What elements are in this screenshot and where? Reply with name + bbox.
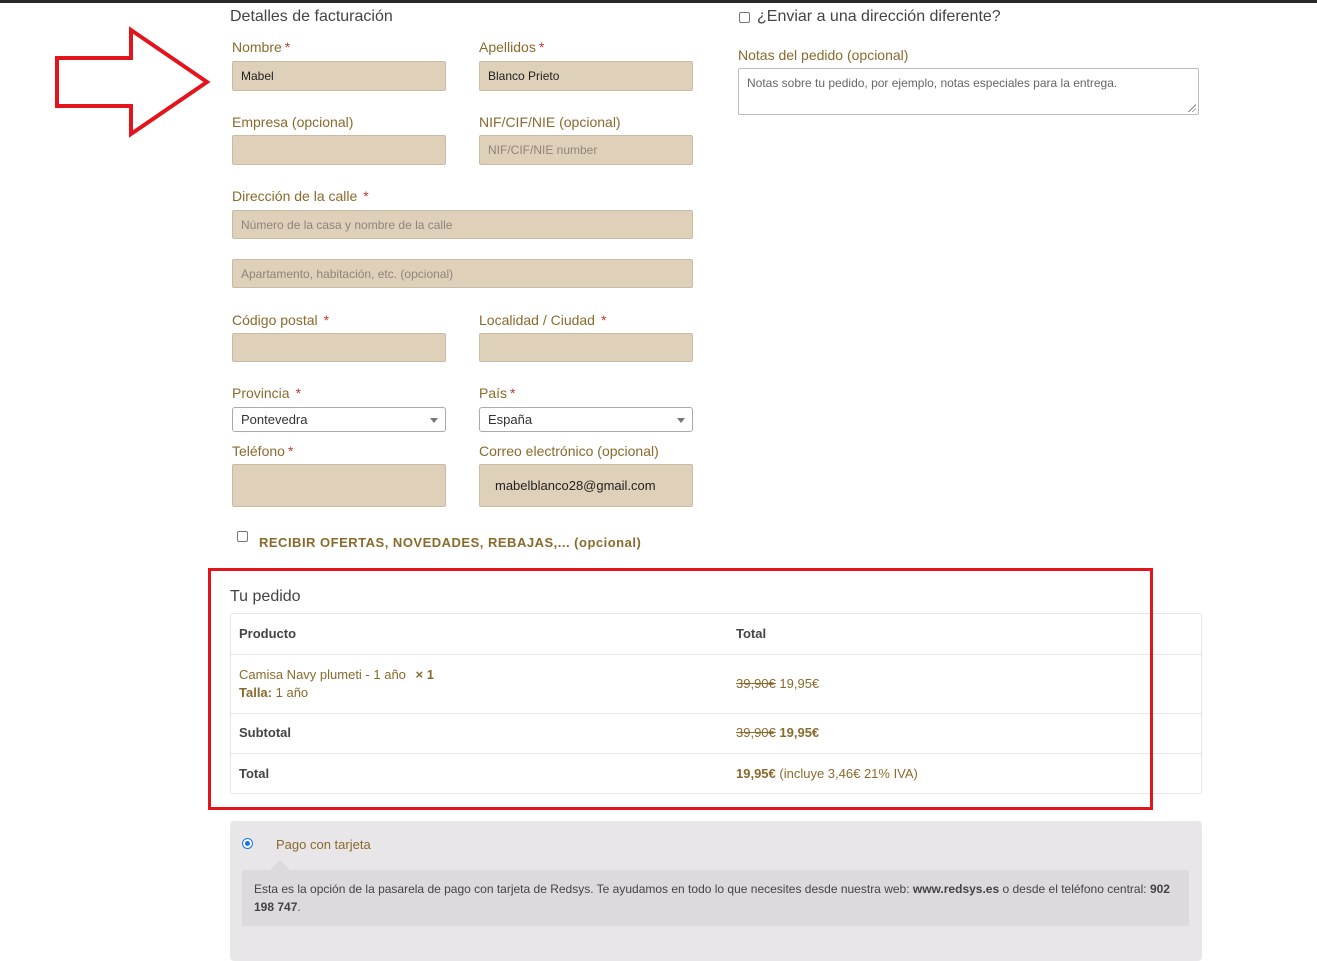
first-name-input[interactable]: Mabel <box>232 61 446 91</box>
phone-label: Teléfono * <box>232 443 294 459</box>
street-input-1[interactable]: Número de la casa y nombre de la calle <box>232 210 693 239</box>
order-notes-label: Notas del pedido (opcional) <box>738 47 909 63</box>
first-name-label: Nombre * <box>232 39 291 55</box>
payment-desc-text: Esta es la opción de la pasarela de pago… <box>254 882 913 896</box>
company-input[interactable] <box>232 135 446 165</box>
phone-input[interactable] <box>232 464 446 507</box>
payment-desc-end: . <box>297 900 301 914</box>
payment-desc-notch <box>270 860 290 870</box>
red-arrow-annotation <box>55 26 211 138</box>
province-select[interactable]: Pontevedra <box>232 407 446 432</box>
nif-label: NIF/CIF/NIE (opcional) <box>479 114 621 130</box>
order-notes-textarea[interactable]: Notas sobre tu pedido, por ejemplo, nota… <box>738 68 1199 115</box>
company-label: Empresa (opcional) <box>232 114 354 130</box>
street-input-2[interactable]: Apartamento, habitación, etc. (opcional) <box>232 259 693 288</box>
country-label: País * <box>479 385 516 401</box>
order-notes-placeholder: Notas sobre tu pedido, por ejemplo, nota… <box>747 76 1118 90</box>
top-border <box>0 0 1317 3</box>
payment-radio-card[interactable] <box>242 838 253 849</box>
chevron-down-icon <box>430 418 438 423</box>
resize-handle-icon[interactable] <box>1188 104 1196 112</box>
last-name-input[interactable]: Blanco Prieto <box>479 61 693 91</box>
email-label: Correo electrónico (opcional) <box>479 443 659 459</box>
payment-description: Esta es la opción de la pasarela de pago… <box>242 870 1189 926</box>
city-input[interactable] <box>479 333 693 362</box>
red-highlight-annotation <box>208 568 1153 810</box>
billing-title: Detalles de facturación <box>230 8 393 25</box>
payment-desc-site: www.redsys.es <box>912 882 1000 896</box>
ship-different-checkbox[interactable] <box>739 12 750 23</box>
payment-desc-mid: o desde el teléfono central: <box>999 882 1150 896</box>
chevron-down-icon <box>677 418 685 423</box>
country-select[interactable]: España <box>479 407 693 432</box>
newsletter-checkbox[interactable] <box>237 531 248 542</box>
nif-input[interactable]: NIF/CIF/NIE number <box>479 135 693 165</box>
country-value: España <box>488 412 533 427</box>
street-label: Dirección de la calle * <box>232 188 369 204</box>
city-label: Localidad / Ciudad * <box>479 312 607 328</box>
last-name-label: Apellidos * <box>479 39 545 55</box>
postcode-input[interactable] <box>232 333 446 362</box>
payment-method-label[interactable]: Pago con tarjeta <box>276 837 371 852</box>
email-input[interactable]: mabelblanco28@gmail.com <box>479 464 693 507</box>
province-value: Pontevedra <box>241 412 308 427</box>
province-label: Provincia * <box>232 385 302 401</box>
ship-different-label: ¿Enviar a una dirección diferente? <box>757 8 1001 25</box>
newsletter-label: RECIBIR OFERTAS, NOVEDADES, REBAJAS,... … <box>259 535 642 550</box>
postcode-label: Código postal * <box>232 312 330 328</box>
